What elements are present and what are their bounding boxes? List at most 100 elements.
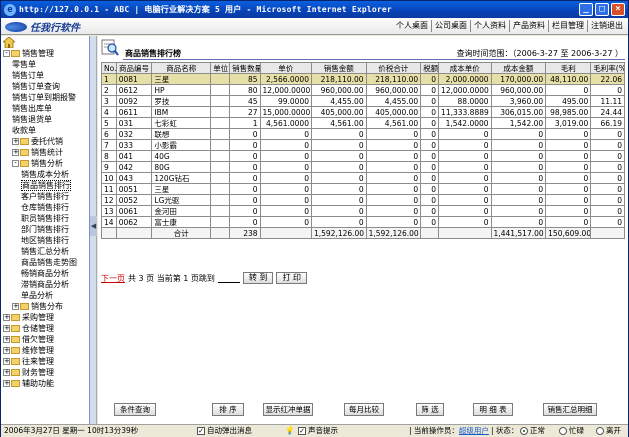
sidebar-item[interactable]: 商品销售走势图 xyxy=(1,257,89,268)
sidebar-item[interactable]: + 往来管理 xyxy=(1,356,89,367)
column-header[interactable]: 商品名称 xyxy=(151,62,212,74)
sidebar-item[interactable]: + 财务管理 xyxy=(1,367,89,378)
column-header[interactable]: 成本金额 xyxy=(490,62,547,74)
expand-icon[interactable]: + xyxy=(3,314,10,321)
column-header[interactable]: 毛利率(%) xyxy=(590,62,625,74)
sidebar-item[interactable]: 销售出库单 xyxy=(1,103,89,114)
goto-button[interactable]: 转 到 xyxy=(242,272,274,284)
sidebar-item[interactable]: 滞销商品分析 xyxy=(1,279,89,290)
monthly-compare-button[interactable]: 每月比较 xyxy=(344,403,384,416)
sidebar-item[interactable]: 商品销售排行 xyxy=(1,180,89,191)
column-header[interactable]: 商品编号 xyxy=(115,62,153,74)
state-normal[interactable]: 正常 xyxy=(520,425,545,437)
table-row[interactable]: 2 0612 HP 80 12,000.0000 960,000.00 960,000.00… xyxy=(101,84,625,96)
sidebar-item[interactable]: 单品分析 xyxy=(1,290,89,301)
filter-button[interactable]: 筛 选 xyxy=(416,403,444,416)
table-row[interactable]: 13 0061 金河田 0 0 0 0 0 0 0 0 0 xyxy=(101,205,625,217)
sidebar-item[interactable]: 客户销售排行 xyxy=(1,191,89,202)
sound-checkbox[interactable]: ✓ xyxy=(298,427,306,435)
popup-checkbox[interactable]: ✓ xyxy=(197,427,205,435)
table-row[interactable]: 7 033 小影霸 0 0 0 0 0 0 0 0 0 xyxy=(101,139,625,151)
column-header[interactable]: 价税合计 xyxy=(365,62,422,74)
detail-table-button[interactable]: 明 细 表 xyxy=(473,403,513,416)
table-row[interactable]: 5 031 七彩虹 1 4,561.0000 4,561.00 4,561.00 0 1,542… xyxy=(101,117,625,129)
column-header[interactable]: 销售金额 xyxy=(310,62,367,74)
column-header[interactable]: 成本单价 xyxy=(438,62,492,74)
sidebar-item[interactable]: 畅销商品分析 xyxy=(1,268,89,279)
collapse-arrow-icon[interactable]: ◀ xyxy=(90,216,97,236)
collapse-icon[interactable]: - xyxy=(12,160,19,167)
sidebar-splitter[interactable]: ◀ xyxy=(90,36,97,424)
sidebar-item[interactable]: 职员销售排行 xyxy=(1,213,89,224)
sidebar-item[interactable]: + 仓储管理 xyxy=(1,323,89,334)
sidebar-item[interactable]: 销售订单到期报警 xyxy=(1,92,89,103)
sidebar-item[interactable]: 零售单 xyxy=(1,59,89,70)
collapse-icon[interactable]: - xyxy=(3,50,10,57)
nav-personal-desktop[interactable]: 个人桌面 xyxy=(393,20,431,32)
home-icon[interactable] xyxy=(3,37,15,48)
sidebar-item[interactable]: + 维修管理 xyxy=(1,345,89,356)
expand-icon[interactable]: + xyxy=(3,347,10,354)
condition-query-button[interactable]: 条件查询 xyxy=(114,403,156,416)
popup-toggle[interactable]: ✓ 自动弹出消息 xyxy=(197,425,252,437)
sidebar-item[interactable]: + 采购管理 xyxy=(1,312,89,323)
sidebar-item[interactable]: + 销售统计 xyxy=(1,147,89,158)
minimize-button[interactable]: _ xyxy=(579,3,593,16)
next-page-link[interactable]: 下一页 xyxy=(101,273,125,284)
table-row[interactable]: 14 0062 富士康 0 0 0 0 0 0 0 0 0 xyxy=(101,216,625,228)
page-jump-input[interactable] xyxy=(217,273,240,283)
sidebar-item[interactable]: + 委托代销 xyxy=(1,136,89,147)
sidebar-item[interactable]: - 销售管理 xyxy=(1,48,89,59)
nav-company-desktop[interactable]: 公司桌面 xyxy=(431,20,470,32)
sidebar-item[interactable]: 销售成本分析 xyxy=(1,169,89,180)
table-row[interactable]: 12 0052 LG光驱 0 0 0 0 0 0 0 0 0 xyxy=(101,194,625,206)
sidebar-item[interactable]: 仓库销售排行 xyxy=(1,202,89,213)
column-header[interactable]: 单价 xyxy=(259,62,312,74)
sidebar-item[interactable]: + 借欠管理 xyxy=(1,334,89,345)
column-header[interactable]: 销售数量 xyxy=(229,62,261,74)
expand-icon[interactable]: + xyxy=(12,303,19,310)
sidebar-item[interactable]: 销售汇总分析 xyxy=(1,246,89,257)
sidebar-item[interactable]: 部门销售排行 xyxy=(1,224,89,235)
state-away[interactable]: 离开 xyxy=(596,425,621,437)
table-row[interactable]: 9 042 80G 0 0 0 0 0 0 0 0 0 xyxy=(101,161,625,173)
sales-summary-detail-button[interactable]: 销售汇总明细 xyxy=(543,403,597,416)
table-row[interactable]: 1 0081 三星 85 2,566.0000 218,110.00 218,110.00 0… xyxy=(101,73,625,85)
table-row[interactable]: 10 043 120G钻石 0 0 0 0 0 0 0 0 0 xyxy=(101,172,625,184)
table-row[interactable]: 8 041 40G 0 0 0 0 0 0 0 0 0 xyxy=(101,150,625,162)
sidebar-item[interactable]: + 辅助功能 xyxy=(1,378,89,389)
expand-icon[interactable]: + xyxy=(3,336,10,343)
table-row[interactable]: 4 0611 IBM 27 15,000.0000 405,000.00 405,000.0… xyxy=(101,106,625,118)
expand-icon[interactable]: + xyxy=(3,358,10,365)
expand-icon[interactable]: + xyxy=(3,380,10,387)
close-button[interactable]: × xyxy=(611,3,625,16)
nav-logout[interactable]: 注销退出 xyxy=(587,20,626,32)
column-header[interactable]: No. xyxy=(101,62,117,74)
sort-button[interactable]: 排 序 xyxy=(212,403,244,416)
expand-icon[interactable]: + xyxy=(12,138,19,145)
sidebar-item[interactable]: 销售订单 xyxy=(1,70,89,81)
expand-icon[interactable]: + xyxy=(3,325,10,332)
table-row[interactable]: 11 0051 三星 0 0 0 0 0 0 0 0 0 xyxy=(101,183,625,195)
title-bar[interactable]: e http://127.0.0.1 - ABC | 电脑行业解决方案 5 用户… xyxy=(1,1,628,18)
sidebar-item[interactable]: - 销售分析 xyxy=(1,158,89,169)
maximize-button[interactable]: □ xyxy=(595,3,609,16)
table-row[interactable]: 3 0092 罗技 45 99.0000 4,455.00 4,455.00 0 88.0000… xyxy=(101,95,625,107)
sound-toggle[interactable]: ✓ 声音提示 xyxy=(298,425,338,437)
expand-icon[interactable]: + xyxy=(3,369,10,376)
print-button[interactable]: 打 印 xyxy=(276,272,307,284)
sidebar-item[interactable]: 地区销售排行 xyxy=(1,235,89,246)
show-red-reversal-button[interactable]: 显示红冲单据 xyxy=(263,403,313,416)
table-row[interactable]: 6 032 联想 0 0 0 0 0 0 0 0 0 xyxy=(101,128,625,140)
sidebar-item[interactable]: 收款单 xyxy=(1,125,89,136)
sidebar-item[interactable]: 销售订单查询 xyxy=(1,81,89,92)
sidebar-item[interactable]: + 销售分布 xyxy=(1,301,89,312)
state-busy[interactable]: 忙碌 xyxy=(559,425,584,437)
column-header[interactable]: 单位 xyxy=(210,62,231,74)
column-header[interactable]: 毛利 xyxy=(545,62,592,74)
expand-icon[interactable]: + xyxy=(12,149,19,156)
nav-product-info[interactable]: 产品资料 xyxy=(509,20,548,32)
column-header[interactable]: 税额 xyxy=(420,62,440,74)
nav-column-manage[interactable]: 栏目管理 xyxy=(548,20,587,32)
operator-name[interactable]: 超级用户 xyxy=(459,426,489,435)
